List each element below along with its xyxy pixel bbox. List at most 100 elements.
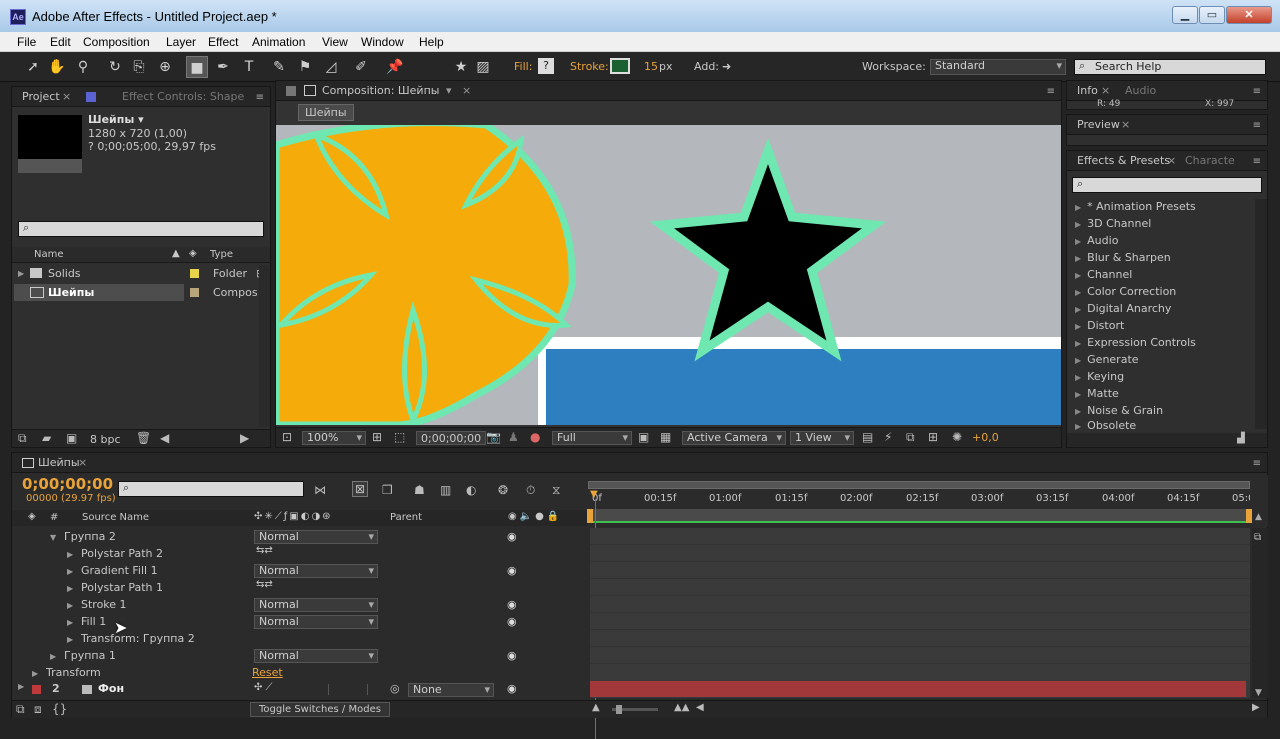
property-transform-group-2[interactable]: ▶ Transform: Группа 2 xyxy=(67,630,195,647)
comp-button-icon[interactable]: ⧉ xyxy=(1254,532,1261,543)
effects-category[interactable]: Expression Controls xyxy=(1075,334,1196,351)
menu-window[interactable]: Window xyxy=(361,35,404,49)
magnification-dropdown[interactable]: 100% xyxy=(302,431,366,445)
effects-category[interactable]: Noise & Grain xyxy=(1075,402,1163,419)
composition-breadcrumb[interactable]: Шейпы xyxy=(298,104,354,121)
view-layout-dropdown[interactable]: 1 View xyxy=(790,431,854,445)
tab-info[interactable]: Info xyxy=(1077,84,1098,97)
safe-zones-icon[interactable]: ⊞ xyxy=(372,430,382,444)
roto-brush-tool-icon[interactable]: ✐ xyxy=(350,56,372,78)
menu-file[interactable]: File xyxy=(17,35,36,49)
transparency-grid-icon[interactable]: ▦ xyxy=(660,430,671,444)
project-item-shapes[interactable]: Шейпы Compos xyxy=(12,284,270,301)
effects-category[interactable]: Generate xyxy=(1075,351,1138,368)
zoom-slider-thumb[interactable] xyxy=(616,705,622,714)
menu-effect[interactable]: Effect xyxy=(208,35,238,49)
menu-composition[interactable]: Composition xyxy=(83,35,150,49)
parent-pickwhip-icon[interactable]: ◎ xyxy=(390,682,400,695)
interpret-footage-icon[interactable]: ⧉ xyxy=(18,431,27,446)
brush-tool-icon[interactable]: ✎ xyxy=(268,56,290,78)
effects-category[interactable]: Matte xyxy=(1075,385,1119,402)
zoom-in-icon[interactable]: ▲▲ xyxy=(674,702,689,713)
layer-switches-icon[interactable]: ⧉ xyxy=(16,702,25,717)
menu-view[interactable]: View xyxy=(322,35,348,49)
transform-reset-link[interactable]: Reset xyxy=(252,666,283,679)
zoom-tool-icon[interactable]: ⚲ xyxy=(72,56,94,78)
stroke-label[interactable]: Stroke: xyxy=(570,60,609,73)
rotate-tool-icon[interactable]: ↻ xyxy=(104,56,126,78)
layer-switch-slots[interactable] xyxy=(328,684,368,695)
puppet-pin-tool-icon[interactable]: 📌 xyxy=(384,56,406,78)
draft-3d-icon[interactable]: ❒ xyxy=(382,483,393,497)
new-folder-icon[interactable]: ▟ xyxy=(1237,433,1245,444)
camera-dropdown[interactable]: Active Camera xyxy=(682,431,786,445)
zoom-out-icon[interactable]: ▲ xyxy=(592,702,600,713)
stroke-width-value[interactable]: 15 xyxy=(644,60,658,73)
work-area-end[interactable] xyxy=(1246,509,1252,523)
project-scrollbar[interactable] xyxy=(259,265,270,427)
work-area-bar[interactable] xyxy=(588,481,1250,489)
hand-tool-icon[interactable]: ✋ xyxy=(46,56,68,78)
effects-scrollbar[interactable] xyxy=(1255,199,1267,429)
close-icon[interactable]: × xyxy=(78,456,87,469)
tab-audio[interactable]: Audio xyxy=(1125,84,1156,97)
panel-menu-icon[interactable]: ≡ xyxy=(1047,86,1055,97)
star-tool-icon[interactable]: ★ xyxy=(450,56,472,78)
close-icon[interactable]: × xyxy=(1101,84,1110,97)
label-color-swatch[interactable] xyxy=(190,288,199,297)
property-gradient-fill-1[interactable]: ▶ Gradient Fill 1 xyxy=(67,562,158,579)
tab-effect-controls[interactable]: Effect Controls: Shape xyxy=(122,90,244,103)
playhead-icon[interactable]: ▼ xyxy=(590,489,598,500)
region-of-interest-icon[interactable]: ▣ xyxy=(638,430,649,444)
close-icon[interactable]: × xyxy=(462,84,471,97)
effects-category[interactable]: Distort xyxy=(1075,317,1124,334)
tab-preview[interactable]: Preview xyxy=(1077,118,1120,131)
current-time-display[interactable]: 0;00;00;00 xyxy=(22,475,113,493)
eye-icon[interactable]: ◉ xyxy=(507,615,517,628)
fill-swatch[interactable]: ? xyxy=(538,58,554,74)
in-out-icon[interactable]: {} xyxy=(52,702,67,716)
fill-label[interactable]: Fill: xyxy=(514,60,532,73)
selection-tool-icon[interactable]: ➚ xyxy=(22,56,44,78)
rectangle-tool-icon[interactable]: ■ xyxy=(186,56,208,78)
menu-animation[interactable]: Animation xyxy=(252,35,305,49)
panel-menu-icon[interactable]: ≡ xyxy=(1253,86,1261,97)
new-composition-icon[interactable]: ▣ xyxy=(66,431,77,445)
timeline-search-input[interactable] xyxy=(118,481,304,497)
scroll-right-icon[interactable]: ▶ xyxy=(240,431,249,445)
timeline-icon[interactable]: ⧉ xyxy=(906,430,915,445)
scroll-right-icon[interactable]: ▶ xyxy=(1252,702,1260,713)
column-source-name[interactable]: Source Name xyxy=(82,512,149,523)
property-polystar-path-2[interactable]: ▶ Polystar Path 2 xyxy=(67,545,163,562)
label-column-icon[interactable]: ◈ xyxy=(28,511,36,522)
stroke-swatch[interactable] xyxy=(610,58,630,74)
mask-visibility-icon[interactable]: ⬚ xyxy=(394,430,405,444)
sort-icon[interactable]: ▲ xyxy=(172,248,180,259)
comp-mini-flowchart-icon[interactable]: ⋈ xyxy=(314,483,326,497)
effects-category[interactable]: 3D Channel xyxy=(1075,215,1151,232)
maximize-button[interactable]: ▭ xyxy=(1199,6,1225,24)
column-number[interactable]: # xyxy=(50,512,58,523)
effects-category[interactable]: Blur & Sharpen xyxy=(1075,249,1171,266)
auto-keyframe-icon[interactable]: ⏱ xyxy=(526,483,535,498)
layer-switch-icons[interactable]: ✣ ⟋ xyxy=(254,682,273,693)
menu-layer[interactable]: Layer xyxy=(166,35,196,49)
exposure-value[interactable]: +0,0 xyxy=(972,431,999,444)
current-time-field[interactable]: 0;00;00;00 xyxy=(416,431,487,445)
property-group-2[interactable]: ▼ Группа 2 xyxy=(50,528,116,545)
layer-duration-bar[interactable] xyxy=(590,681,1246,697)
tab-composition[interactable]: Composition: Шейпы xyxy=(322,84,439,97)
scroll-left-icon[interactable]: ◀ xyxy=(160,431,169,445)
mask-icon[interactable]: ▨ xyxy=(472,56,494,78)
pen-tool-icon[interactable]: ✒ xyxy=(212,56,234,78)
track-area[interactable] xyxy=(590,528,1250,698)
label-column-icon[interactable]: ◈ xyxy=(189,248,197,259)
add-label[interactable]: Add: xyxy=(694,60,719,73)
add-menu-icon[interactable]: ➜ xyxy=(722,60,731,73)
camera-tool-icon[interactable]: ⎘ xyxy=(128,56,150,78)
property-group-1[interactable]: ▶ Группа 1 xyxy=(50,647,116,664)
effects-category[interactable]: * Animation Presets xyxy=(1075,198,1196,215)
close-icon[interactable]: × xyxy=(1121,118,1130,131)
brainstorm-icon[interactable]: ❂ xyxy=(498,483,508,497)
expand-icon[interactable]: ▶ xyxy=(18,682,24,691)
